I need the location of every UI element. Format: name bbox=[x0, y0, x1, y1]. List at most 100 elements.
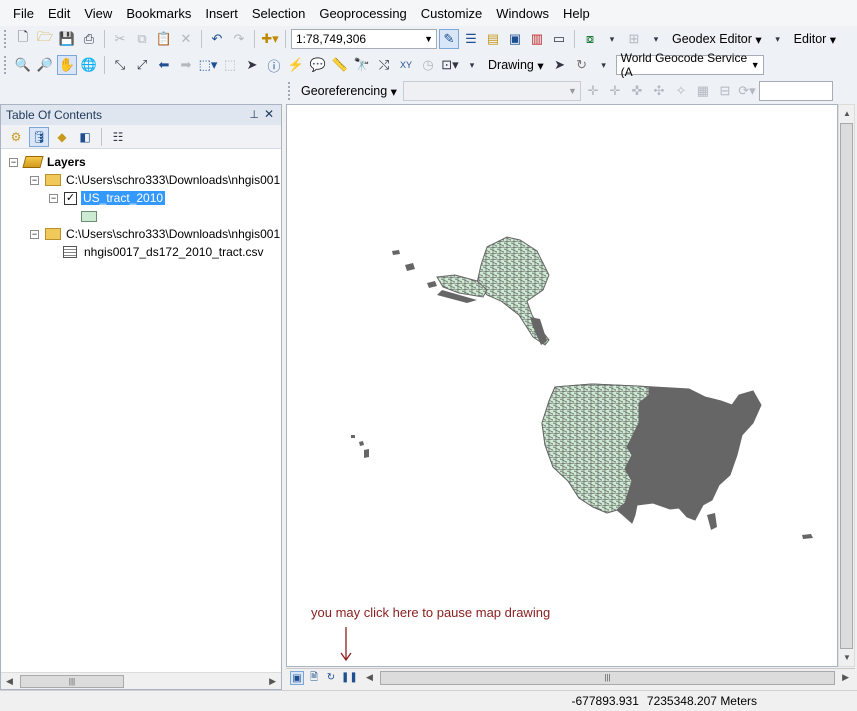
geodex-tool-icon[interactable]: ⊞ bbox=[624, 29, 644, 49]
forward-extent-icon[interactable]: ➡ bbox=[176, 55, 196, 75]
editor-toolbar-icon[interactable]: ✎ bbox=[439, 29, 459, 49]
toolbar-grip[interactable] bbox=[4, 56, 8, 74]
list-by-visibility-icon[interactable]: ◆ bbox=[52, 127, 72, 147]
fixed-zoom-in-icon[interactable]: ⤡ bbox=[110, 55, 130, 75]
delete-icon[interactable]: ✕ bbox=[176, 29, 196, 49]
layer-name[interactable]: US_tract_2010 bbox=[81, 191, 166, 205]
close-icon[interactable]: ✕ bbox=[264, 107, 274, 121]
layout-view-icon[interactable]: 🗎 bbox=[307, 671, 321, 685]
data-view-icon[interactable]: ▣ bbox=[290, 670, 304, 685]
menu-help[interactable]: Help bbox=[556, 6, 597, 21]
georef-layer-combo[interactable]: ▼ bbox=[402, 81, 581, 101]
toc-horizontal-scrollbar[interactable]: ◀ ||| ▶ bbox=[1, 672, 281, 689]
menu-bookmarks[interactable]: Bookmarks bbox=[119, 6, 198, 21]
find-route-icon[interactable]: ⤭ bbox=[374, 55, 394, 75]
menu-customize[interactable]: Customize bbox=[414, 6, 489, 21]
add-control-points-2-icon[interactable]: ✛ bbox=[605, 81, 625, 101]
scroll-down-icon[interactable]: ▼ bbox=[843, 653, 851, 662]
python-window-icon[interactable]: ▭ bbox=[549, 29, 569, 49]
tree-node-folder-2[interactable]: − C:\Users\schro333\Downloads\nhgis001 bbox=[30, 225, 280, 243]
list-by-selection-icon[interactable]: ◧ bbox=[75, 127, 95, 147]
collapse-icon[interactable]: − bbox=[49, 193, 58, 203]
full-extent-icon[interactable]: 🌐 bbox=[79, 55, 99, 75]
find-icon[interactable]: 🔭 bbox=[352, 55, 372, 75]
identify-icon[interactable]: ⓘ bbox=[264, 55, 284, 75]
toolbar-options-icon-5[interactable]: ▾ bbox=[594, 55, 614, 75]
scroll-up-icon[interactable]: ▲ bbox=[843, 109, 851, 118]
menu-view[interactable]: View bbox=[77, 6, 119, 21]
auto-registration-icon[interactable]: ⟳▾ bbox=[737, 81, 757, 101]
collapse-icon[interactable]: − bbox=[30, 175, 39, 185]
menu-insert[interactable]: Insert bbox=[198, 6, 245, 21]
editor-menu[interactable]: Editor ▾ bbox=[790, 29, 840, 49]
map-scale-combo[interactable]: 1:78,749,306 ▼ bbox=[291, 29, 437, 49]
scroll-right-icon[interactable]: ▶ bbox=[842, 672, 849, 683]
refresh-icon[interactable]: ↻ bbox=[324, 671, 338, 685]
tree-node-symbol[interactable] bbox=[81, 207, 97, 225]
zoom-to-link-icon[interactable]: ✣ bbox=[649, 81, 669, 101]
pan-icon[interactable]: ✋ bbox=[57, 55, 77, 75]
scrollbar-thumb[interactable]: ||| bbox=[20, 674, 124, 688]
menu-file[interactable]: File bbox=[6, 6, 41, 21]
collapse-icon[interactable]: − bbox=[9, 157, 18, 167]
menu-edit[interactable]: Edit bbox=[41, 6, 77, 21]
menu-geoprocessing[interactable]: Geoprocessing bbox=[312, 6, 413, 21]
measure-icon[interactable]: 📏 bbox=[330, 55, 350, 75]
arctoolbox-icon[interactable]: ▥ bbox=[527, 29, 547, 49]
open-folder-icon[interactable]: 🗁 bbox=[35, 29, 55, 49]
geodex-editor-menu[interactable]: Geodex Editor ▾ bbox=[668, 29, 766, 49]
scroll-left-icon[interactable]: ◀ bbox=[366, 672, 373, 683]
copy-icon[interactable]: ⧉ bbox=[132, 29, 152, 49]
rotate-icon[interactable]: ↻ bbox=[572, 55, 592, 75]
tree-node-table[interactable]: nhgis0017_ds172_2010_tract.csv bbox=[63, 243, 263, 261]
select-elements-arrow-icon[interactable]: ➤ bbox=[550, 55, 570, 75]
options-icon[interactable]: ☷ bbox=[108, 127, 128, 147]
paste-icon[interactable]: 📋 bbox=[154, 29, 174, 49]
cut-icon[interactable]: ✂ bbox=[110, 29, 130, 49]
georeferencing-menu[interactable]: Georeferencing ▾ bbox=[297, 81, 401, 101]
scroll-left-icon[interactable]: ◀ bbox=[6, 676, 13, 687]
select-features-icon[interactable]: ⬚▾ bbox=[198, 55, 218, 75]
toolbar-options-icon-4[interactable]: ▾ bbox=[462, 55, 482, 75]
tree-node-folder-1[interactable]: − C:\Users\schro333\Downloads\nhgis001 bbox=[30, 171, 280, 189]
html-popup-icon[interactable]: 💬 bbox=[308, 55, 328, 75]
create-viewer-icon[interactable]: ⊡▾ bbox=[440, 55, 460, 75]
delete-link-icon[interactable]: ✧ bbox=[671, 81, 691, 101]
view-link-table-icon[interactable]: ▦ bbox=[693, 81, 713, 101]
new-document-icon[interactable]: 🗋 bbox=[13, 29, 33, 49]
redo-icon[interactable]: ↷ bbox=[229, 29, 249, 49]
search-window-icon[interactable]: ▣ bbox=[505, 29, 525, 49]
chevron-down-icon[interactable]: ▼ bbox=[751, 56, 760, 74]
polygon-symbol-swatch[interactable] bbox=[81, 210, 97, 222]
zoom-out-icon[interactable]: 🔎 bbox=[35, 55, 55, 75]
go-to-xy-icon[interactable]: XY bbox=[396, 55, 416, 75]
georef-input[interactable] bbox=[758, 81, 833, 101]
select-elements-icon[interactable]: ➤ bbox=[242, 55, 262, 75]
menu-windows[interactable]: Windows bbox=[489, 6, 556, 21]
tree-node-layer[interactable]: − ✓ US_tract_2010 bbox=[49, 189, 166, 207]
viewer-icon[interactable]: ⊟ bbox=[715, 81, 735, 101]
clear-selection-icon[interactable]: ⬚ bbox=[220, 55, 240, 75]
toolbar-options-icon-3[interactable]: ▾ bbox=[768, 29, 788, 49]
pin-icon[interactable]: ⊥ bbox=[249, 108, 259, 121]
tree-node-layers[interactable]: − Layers bbox=[9, 153, 86, 171]
time-slider-icon[interactable]: ◷ bbox=[418, 55, 438, 75]
list-by-drawing-order-icon[interactable]: ⚙ bbox=[6, 127, 26, 147]
print-icon[interactable]: ⎙ bbox=[79, 29, 99, 49]
save-icon[interactable]: 💾 bbox=[57, 29, 77, 49]
undo-icon[interactable]: ↶ bbox=[207, 29, 227, 49]
geocode-service-combo[interactable]: World Geocode Service (A ▼ bbox=[615, 51, 764, 79]
catalog-window-icon[interactable]: ▤ bbox=[483, 29, 503, 49]
map-vertical-scrollbar[interactable]: ▲ ▼ bbox=[838, 104, 855, 667]
drawing-menu[interactable]: Drawing ▾ bbox=[484, 55, 548, 75]
add-data-icon[interactable]: ✚▾ bbox=[260, 29, 280, 49]
map-horizontal-scrollbar[interactable]: ||| bbox=[380, 670, 835, 685]
hyperlink-icon[interactable]: ⚡ bbox=[286, 55, 306, 75]
scroll-right-icon[interactable]: ▶ bbox=[269, 676, 276, 687]
modelbuilder-icon[interactable]: ⧇ bbox=[580, 29, 600, 49]
table-of-contents-icon[interactable]: ☰ bbox=[461, 29, 481, 49]
chevron-down-icon[interactable]: ▼ bbox=[424, 30, 433, 48]
map-display[interactable]: you may click here to pause map drawing bbox=[286, 104, 838, 667]
scrollbar-thumb[interactable] bbox=[840, 123, 853, 649]
chevron-down-icon[interactable]: ▼ bbox=[568, 82, 577, 100]
